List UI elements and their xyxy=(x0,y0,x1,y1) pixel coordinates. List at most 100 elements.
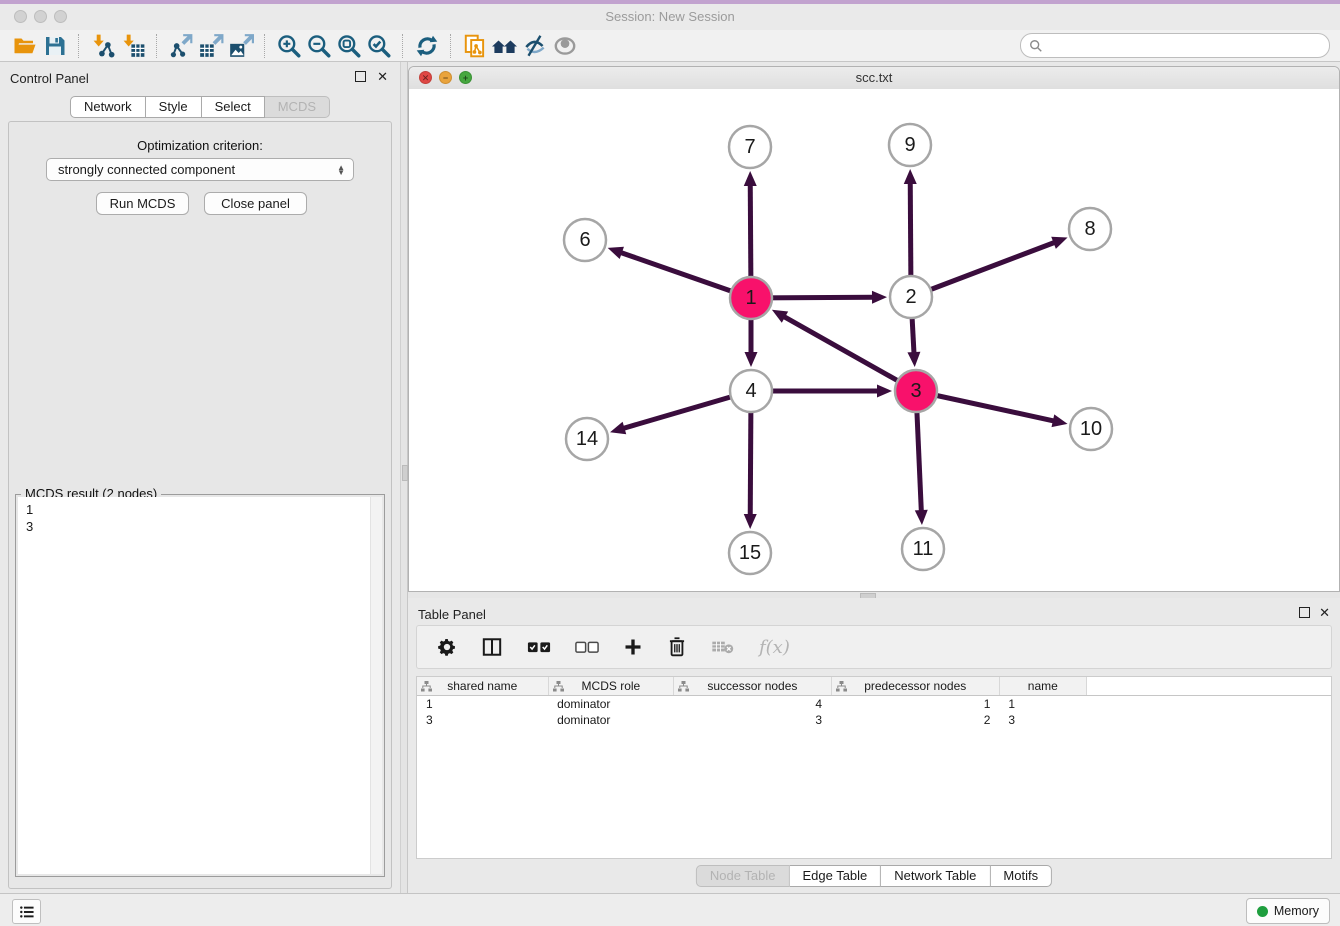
graph-node-label: 7 xyxy=(744,136,755,158)
open-session-icon[interactable] xyxy=(10,32,40,60)
column-header-successor-nodes[interactable]: successor nodes xyxy=(674,677,831,696)
tab-network[interactable]: Network xyxy=(70,96,146,118)
tree-icon xyxy=(421,681,432,695)
control-panel-tabs: NetworkStyleSelectMCDS xyxy=(70,96,330,118)
optimization-criterion-label: Optimization criterion: xyxy=(9,138,391,153)
edge-arrowhead-icon xyxy=(1051,237,1067,249)
columns-icon[interactable] xyxy=(481,637,503,657)
refresh-view-icon[interactable] xyxy=(412,32,442,60)
table-cell[interactable]: 3 xyxy=(674,712,831,728)
export-image-icon[interactable] xyxy=(226,32,256,60)
table-panel-title: Table Panel xyxy=(418,607,486,622)
column-header-predecessor-nodes[interactable]: predecessor nodes xyxy=(831,677,999,696)
search-icon xyxy=(1029,39,1043,53)
mcds-result-group: MCDS result (2 nodes) 13 xyxy=(15,494,385,877)
network-view-window: ✕ − + scc.txt 1234678910111415 xyxy=(408,66,1340,592)
graph-node-label: 8 xyxy=(1084,218,1095,240)
tab-motifs[interactable]: Motifs xyxy=(990,865,1052,887)
export-network-icon[interactable] xyxy=(166,32,196,60)
table-cell[interactable]: 2 xyxy=(831,712,999,728)
zoom-selected-icon[interactable] xyxy=(364,32,394,60)
column-header-shared-name[interactable]: shared name xyxy=(417,677,548,696)
zoom-out-icon[interactable] xyxy=(304,32,334,60)
save-session-icon[interactable] xyxy=(40,32,70,60)
tab-mcds[interactable]: MCDS xyxy=(265,96,330,118)
table-panel-tabs: Node TableEdge TableNetwork TableMotifs xyxy=(696,865,1052,887)
vertical-splitter[interactable] xyxy=(400,62,408,893)
close-table-panel-icon[interactable]: ✕ xyxy=(1319,607,1330,619)
graph-edge-3-1[interactable] xyxy=(783,316,916,391)
edge-arrowhead-icon xyxy=(1052,414,1068,427)
memory-button[interactable]: Memory xyxy=(1246,898,1330,924)
network-graph[interactable]: 1234678910111415 xyxy=(409,89,1339,591)
network-views-icon[interactable] xyxy=(490,32,520,60)
edge-arrowhead-icon xyxy=(915,510,928,525)
edge-arrowhead-icon xyxy=(745,352,758,367)
zoom-in-icon[interactable] xyxy=(274,32,304,60)
import-network-icon[interactable] xyxy=(88,32,118,60)
toolbar-separator xyxy=(402,34,404,58)
table-cell[interactable]: 1 xyxy=(831,696,999,713)
table-row[interactable]: 1dominator411 xyxy=(417,696,1331,713)
add-row-icon[interactable] xyxy=(623,637,643,657)
table-cell[interactable]: dominator xyxy=(548,712,674,728)
optimization-criterion-select[interactable]: strongly connected component ▲▼ xyxy=(46,158,354,181)
select-all-checkboxes-icon[interactable] xyxy=(527,639,551,655)
import-table-icon[interactable] xyxy=(118,32,148,60)
list-icon xyxy=(19,905,35,919)
column-header-MCDS-role[interactable]: MCDS role xyxy=(548,677,674,696)
tree-icon xyxy=(678,681,689,695)
close-panel-icon[interactable]: ✕ xyxy=(377,71,388,83)
table-cell[interactable]: 3 xyxy=(999,712,1086,728)
network-canvas[interactable]: 1234678910111415 xyxy=(409,89,1339,591)
show-view-icon[interactable] xyxy=(550,32,580,60)
deselect-all-checkboxes-icon[interactable] xyxy=(575,639,599,655)
export-table-icon[interactable] xyxy=(196,32,226,60)
column-header-name[interactable]: name xyxy=(999,677,1086,696)
graph-node-label: 11 xyxy=(913,538,934,560)
table-toolbar: f(x) xyxy=(416,625,1332,669)
main-toolbar xyxy=(0,30,1340,62)
tab-network-table[interactable]: Network Table xyxy=(881,865,990,887)
function-builder-icon[interactable]: f(x) xyxy=(759,637,790,658)
graph-node-label: 9 xyxy=(904,134,915,156)
toggle-graphics-details-icon[interactable] xyxy=(520,32,550,60)
optimization-criterion-value: strongly connected component xyxy=(58,162,235,177)
graph-node-label: 4 xyxy=(745,380,756,402)
graph-edge-2-8[interactable] xyxy=(911,242,1055,297)
delete-table-icon[interactable] xyxy=(711,639,735,655)
node-table-container: shared nameMCDS rolesuccessor nodesprede… xyxy=(416,676,1332,859)
run-mcds-button[interactable]: Run MCDS xyxy=(96,192,189,215)
float-table-panel-icon[interactable] xyxy=(1299,607,1310,620)
mcds-result-list[interactable]: 13 xyxy=(18,497,382,874)
delete-row-icon[interactable] xyxy=(667,636,687,658)
close-panel-button[interactable]: Close panel xyxy=(204,192,307,215)
zoom-fit-icon[interactable] xyxy=(334,32,364,60)
tab-style[interactable]: Style xyxy=(146,96,202,118)
table-cell[interactable]: 1 xyxy=(417,696,548,713)
select-stepper-icon: ▲▼ xyxy=(337,165,353,175)
task-history-button[interactable] xyxy=(12,899,41,924)
edge-arrowhead-icon xyxy=(608,247,624,259)
tab-select[interactable]: Select xyxy=(202,96,265,118)
table-settings-icon[interactable] xyxy=(437,637,457,657)
status-bar: Memory xyxy=(0,893,1340,926)
search-field[interactable] xyxy=(1020,33,1330,58)
float-panel-icon[interactable] xyxy=(355,71,366,84)
table-row[interactable]: 3dominator323 xyxy=(417,712,1331,728)
tree-icon xyxy=(836,681,847,695)
table-cell[interactable]: 4 xyxy=(674,696,831,713)
table-cell[interactable]: 1 xyxy=(999,696,1086,713)
column-header-filler xyxy=(1086,677,1331,696)
copy-network-icon[interactable] xyxy=(460,32,490,60)
tab-node-table[interactable]: Node Table xyxy=(696,865,790,887)
tab-edge-table[interactable]: Edge Table xyxy=(789,865,881,887)
table-cell[interactable]: dominator xyxy=(548,696,674,713)
search-input[interactable] xyxy=(1048,38,1321,54)
network-window-title: scc.txt xyxy=(409,70,1339,85)
edge-arrowhead-icon xyxy=(744,171,757,186)
table-panel: Table Panel ✕ f(x) xyxy=(408,598,1340,893)
table-cell[interactable]: 3 xyxy=(417,712,548,728)
node-table: shared nameMCDS rolesuccessor nodesprede… xyxy=(417,677,1331,728)
result-scrollbar[interactable] xyxy=(370,497,382,874)
